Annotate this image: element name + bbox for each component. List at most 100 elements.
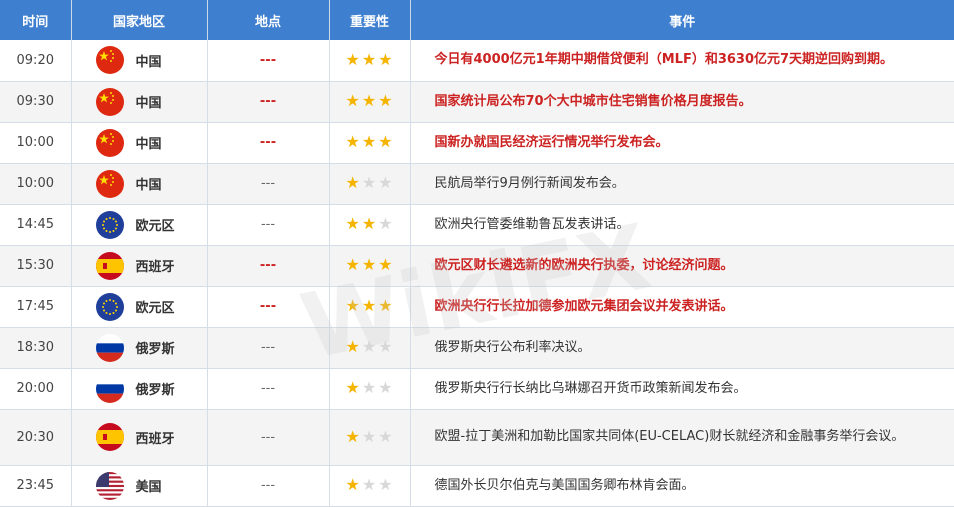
star-filled-icon: ★ <box>361 296 377 315</box>
country-name: 中国 <box>135 137 162 152</box>
time-cell: 18:30 <box>0 327 72 369</box>
place-cell: --- <box>207 327 330 369</box>
importance-cell: ★ ★ ★ <box>329 409 411 466</box>
header-event: 事件 <box>410 0 954 40</box>
time-cell: 10:00 <box>0 163 72 205</box>
country-name: 欧元区 <box>135 301 175 316</box>
star-filled-icon: ★ <box>361 49 377 69</box>
importance-cell: ★ ★ ★ <box>329 204 411 246</box>
flag-eu-icon <box>95 292 124 321</box>
table-row: 15:30 西班牙 --- ★ ★ ★ 欧元区财长遴选新的欧洲央行执委，讨论经济问题。 <box>0 245 954 287</box>
importance-cell: ★ ★ ★ <box>329 40 411 82</box>
header-country: 国家地区 <box>71 0 208 40</box>
event-cell: 俄罗斯央行行长纳比乌琳娜召开货币政策新闻发布会。 <box>410 368 954 410</box>
flag-cn-icon <box>95 87 124 116</box>
table-row: 09:20 中国 --- ★ ★ ★ 今日有4000亿元1年期中期借贷便利（MLF）和363… <box>0 40 954 82</box>
event-cell: 国家统计局公布70个大中城市住宅销售价格月度报告。 <box>410 81 954 123</box>
table-row: 17:45 欧元区 --- ★ ★ ★ 欧洲央行行长拉加德参加欧元集团会议并发表讲话。 <box>0 286 954 328</box>
country-cell: 西班牙 <box>71 245 208 287</box>
header-place: 地点 <box>207 0 330 40</box>
importance-cell: ★ ★ ★ <box>329 245 411 287</box>
country-cell: 中国 <box>71 163 208 205</box>
importance-cell: ★ ★ ★ <box>329 81 411 123</box>
country-name: 西班牙 <box>135 260 175 275</box>
country-cell: 西班牙 <box>71 409 208 466</box>
star-filled-icon: ★ <box>345 426 360 446</box>
flag-eu-icon <box>95 210 124 239</box>
event-cell: 欧元区财长遴选新的欧洲央行执委，讨论经济问题。 <box>410 245 954 287</box>
time-cell: 09:30 <box>0 81 72 123</box>
importance-cell: ★ ★ ★ <box>329 368 411 410</box>
event-cell: 德国外长贝尔伯克与美国国务卿布林肯会面。 <box>410 465 954 507</box>
place-cell: --- <box>207 465 330 507</box>
star-filled-icon: ★ <box>345 214 360 233</box>
flag-cn-icon <box>95 46 124 75</box>
table-row: 14:45 欧元区 --- ★ ★ ★ 欧洲央行管委维勒鲁瓦发表讲话。 <box>0 204 954 246</box>
table-row: 10:00 中国 --- ★ ★ ★ 国新办就国民经济运行情况举行发布会。 <box>0 122 954 164</box>
country-cell: 欧元区 <box>71 286 208 328</box>
table-row: 18:30 俄罗斯 --- ★ ★ ★ 俄罗斯央行公布利率决议。 <box>0 327 954 369</box>
event-cell: 欧洲央行行长拉加德参加欧元集团会议并发表讲话。 <box>410 286 954 328</box>
star-empty-icon: ★ <box>361 337 377 356</box>
time-cell: 15:30 <box>0 245 72 287</box>
star-filled-icon: ★ <box>345 91 360 110</box>
country-cell: 美国 <box>71 465 208 507</box>
place-cell: --- <box>207 368 330 410</box>
time-cell: 14:45 <box>0 204 72 246</box>
flag-ru-icon <box>95 333 124 362</box>
country-name: 西班牙 <box>135 431 175 447</box>
star-filled-icon: ★ <box>378 49 393 69</box>
importance-cell: ★ ★ ★ <box>329 122 411 164</box>
importance-cell: ★ ★ ★ <box>329 163 411 205</box>
country-cell: 欧元区 <box>71 204 208 246</box>
header-time: 时间 <box>0 0 72 40</box>
star-filled-icon: ★ <box>361 214 377 233</box>
star-empty-icon: ★ <box>378 475 393 494</box>
flag-cn-icon <box>95 128 124 157</box>
table-row: 23:45 美国 --- ★ ★ ★ 德国外长贝尔伯克与美国国务卿布林肯会面。 <box>0 465 954 507</box>
star-filled-icon: ★ <box>378 91 393 110</box>
star-filled-icon: ★ <box>345 475 360 494</box>
star-filled-icon: ★ <box>378 296 393 315</box>
star-empty-icon: ★ <box>378 378 393 397</box>
time-cell: 17:45 <box>0 286 72 328</box>
star-empty-icon: ★ <box>378 426 393 446</box>
star-filled-icon: ★ <box>361 91 377 110</box>
star-filled-icon: ★ <box>361 132 377 151</box>
country-cell: 中国 <box>71 40 208 82</box>
place-cell: --- <box>207 204 330 246</box>
star-empty-icon: ★ <box>361 173 377 192</box>
table-row: 20:00 俄罗斯 --- ★ ★ ★ 俄罗斯央行行长纳比乌琳娜召开货币政策新闻发布会。 <box>0 368 954 410</box>
star-filled-icon: ★ <box>345 337 360 356</box>
header-importance: 重要性 <box>329 0 411 40</box>
time-cell: 23:45 <box>0 465 72 507</box>
country-name: 俄罗斯 <box>135 383 175 398</box>
table-header-row: 时间 国家地区 地点 重要性 事件 <box>0 0 954 40</box>
importance-cell: ★ ★ ★ <box>329 327 411 369</box>
star-empty-icon: ★ <box>378 337 393 356</box>
flag-us-icon <box>95 471 124 500</box>
star-filled-icon: ★ <box>345 296 360 315</box>
country-cell: 俄罗斯 <box>71 327 208 369</box>
country-name: 中国 <box>135 178 162 193</box>
country-name: 美国 <box>135 480 162 495</box>
flag-es-icon <box>95 423 124 451</box>
event-cell: 欧盟-拉丁美洲和加勒比国家共同体(EU-CELAC)财长就经济和金融事务举行会议… <box>410 409 954 466</box>
star-filled-icon: ★ <box>378 132 393 151</box>
event-cell: 欧洲央行管委维勒鲁瓦发表讲话。 <box>410 204 954 246</box>
flag-es-icon <box>95 251 124 280</box>
star-empty-icon: ★ <box>361 378 377 397</box>
flag-cn-icon <box>95 169 124 198</box>
event-cell: 民航局举行9月例行新闻发布会。 <box>410 163 954 205</box>
event-cell: 俄罗斯央行公布利率决议。 <box>410 327 954 369</box>
country-name: 欧元区 <box>135 219 175 234</box>
importance-cell: ★ ★ ★ <box>329 286 411 328</box>
country-name: 俄罗斯 <box>135 342 175 357</box>
country-cell: 中国 <box>71 122 208 164</box>
star-filled-icon: ★ <box>345 255 360 274</box>
table-row: 10:00 中国 --- ★ ★ ★ 民航局举行9月例行新闻发布会。 <box>0 163 954 205</box>
place-cell: --- <box>207 40 330 82</box>
star-empty-icon: ★ <box>361 475 377 494</box>
star-filled-icon: ★ <box>345 378 360 397</box>
place-cell: --- <box>207 163 330 205</box>
